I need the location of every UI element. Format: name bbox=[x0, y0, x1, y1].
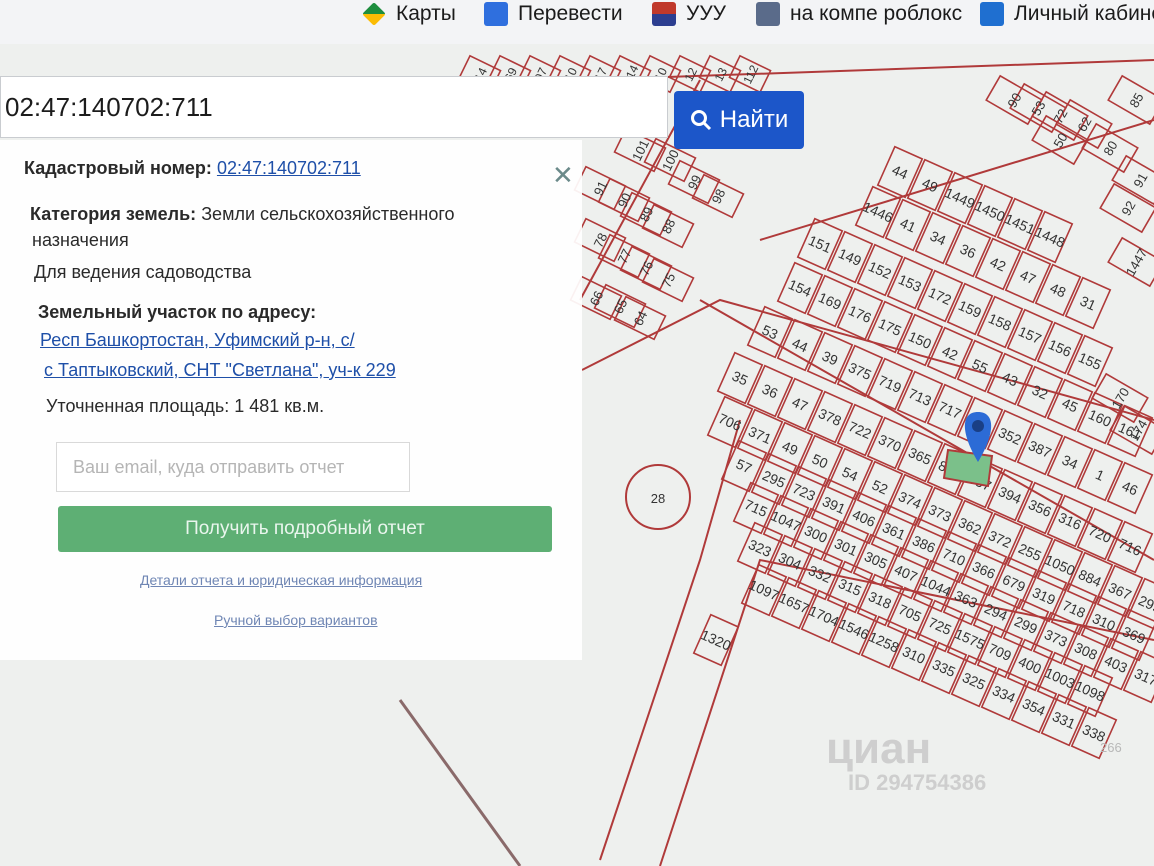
watermark-id: ID 294754386 bbox=[848, 770, 987, 795]
bookmark-maps[interactable]: Карты bbox=[362, 2, 456, 26]
watermark-brand: циан bbox=[826, 724, 932, 773]
cadastral-row: Кадастровый номер: 02:47:140702:711 bbox=[24, 158, 361, 179]
translate-icon bbox=[484, 2, 508, 26]
cadastral-label: Кадастровый номер: bbox=[24, 158, 212, 178]
bookmark-roblox[interactable]: на компе роблокс bbox=[756, 2, 962, 26]
windows-icon bbox=[980, 2, 1004, 26]
report-details-link[interactable]: Детали отчета и юридическая информация bbox=[140, 572, 422, 588]
search-icon bbox=[690, 110, 711, 131]
bookmark-label: Перевести bbox=[518, 2, 623, 25]
app-icon bbox=[652, 2, 676, 26]
area-text: Уточненная площадь: 1 481 кв.м. bbox=[46, 396, 325, 416]
land-usage: Для ведения садоводства bbox=[34, 262, 252, 282]
bookmark-account[interactable]: Личный кабинет bbox=[980, 2, 1154, 26]
bookmark-label: Карты bbox=[396, 2, 456, 25]
search-button[interactable]: Найти bbox=[674, 91, 804, 149]
maps-icon bbox=[362, 2, 386, 26]
category-value: Земли сельскохозяйственного bbox=[201, 204, 455, 224]
close-icon[interactable]: ✕ bbox=[552, 160, 574, 191]
bookmark-label: Личный кабинет bbox=[1014, 2, 1154, 25]
bookmark-icon bbox=[756, 2, 780, 26]
email-field[interactable] bbox=[56, 442, 410, 492]
bookmark-translate[interactable]: Перевести bbox=[484, 2, 623, 26]
search-input[interactable] bbox=[0, 76, 668, 138]
address-link-line-1[interactable]: Респ Башкортостан, Уфимский р-н, с/ bbox=[40, 330, 355, 351]
lake-label: 28 bbox=[651, 491, 665, 506]
info-panel: ✕ Кадастровый номер: 02:47:140702:711 Ка… bbox=[0, 140, 582, 660]
search-button-label: Найти bbox=[719, 106, 789, 133]
bookmark-app[interactable]: УУУ bbox=[652, 2, 726, 26]
map-faint-label: 266 bbox=[1100, 740, 1122, 755]
category-row: Категория земель: Земли сельскохозяйстве… bbox=[30, 204, 455, 225]
bookmark-label: на компе роблокс bbox=[790, 2, 963, 25]
address-link-line-2[interactable]: с Таптыковский, СНТ "Светлана", уч-к 229 bbox=[44, 360, 396, 381]
address-label: Земельный участок по адресу: bbox=[38, 302, 317, 322]
bookmark-label: УУУ bbox=[686, 2, 727, 25]
get-report-button[interactable]: Получить подробный отчет bbox=[58, 506, 552, 552]
cadastral-link[interactable]: 02:47:140702:711 bbox=[217, 158, 361, 178]
category-label: Категория земель: bbox=[30, 204, 197, 224]
category-value-cont: назначения bbox=[32, 230, 129, 250]
bookmarks-bar: Карты Перевести УУУ на компе роблокс Лич… bbox=[0, 0, 1154, 45]
watermark: циан ID 294754386 bbox=[826, 724, 986, 795]
manual-selection-link[interactable]: Ручной выбор вариантов bbox=[214, 612, 378, 628]
